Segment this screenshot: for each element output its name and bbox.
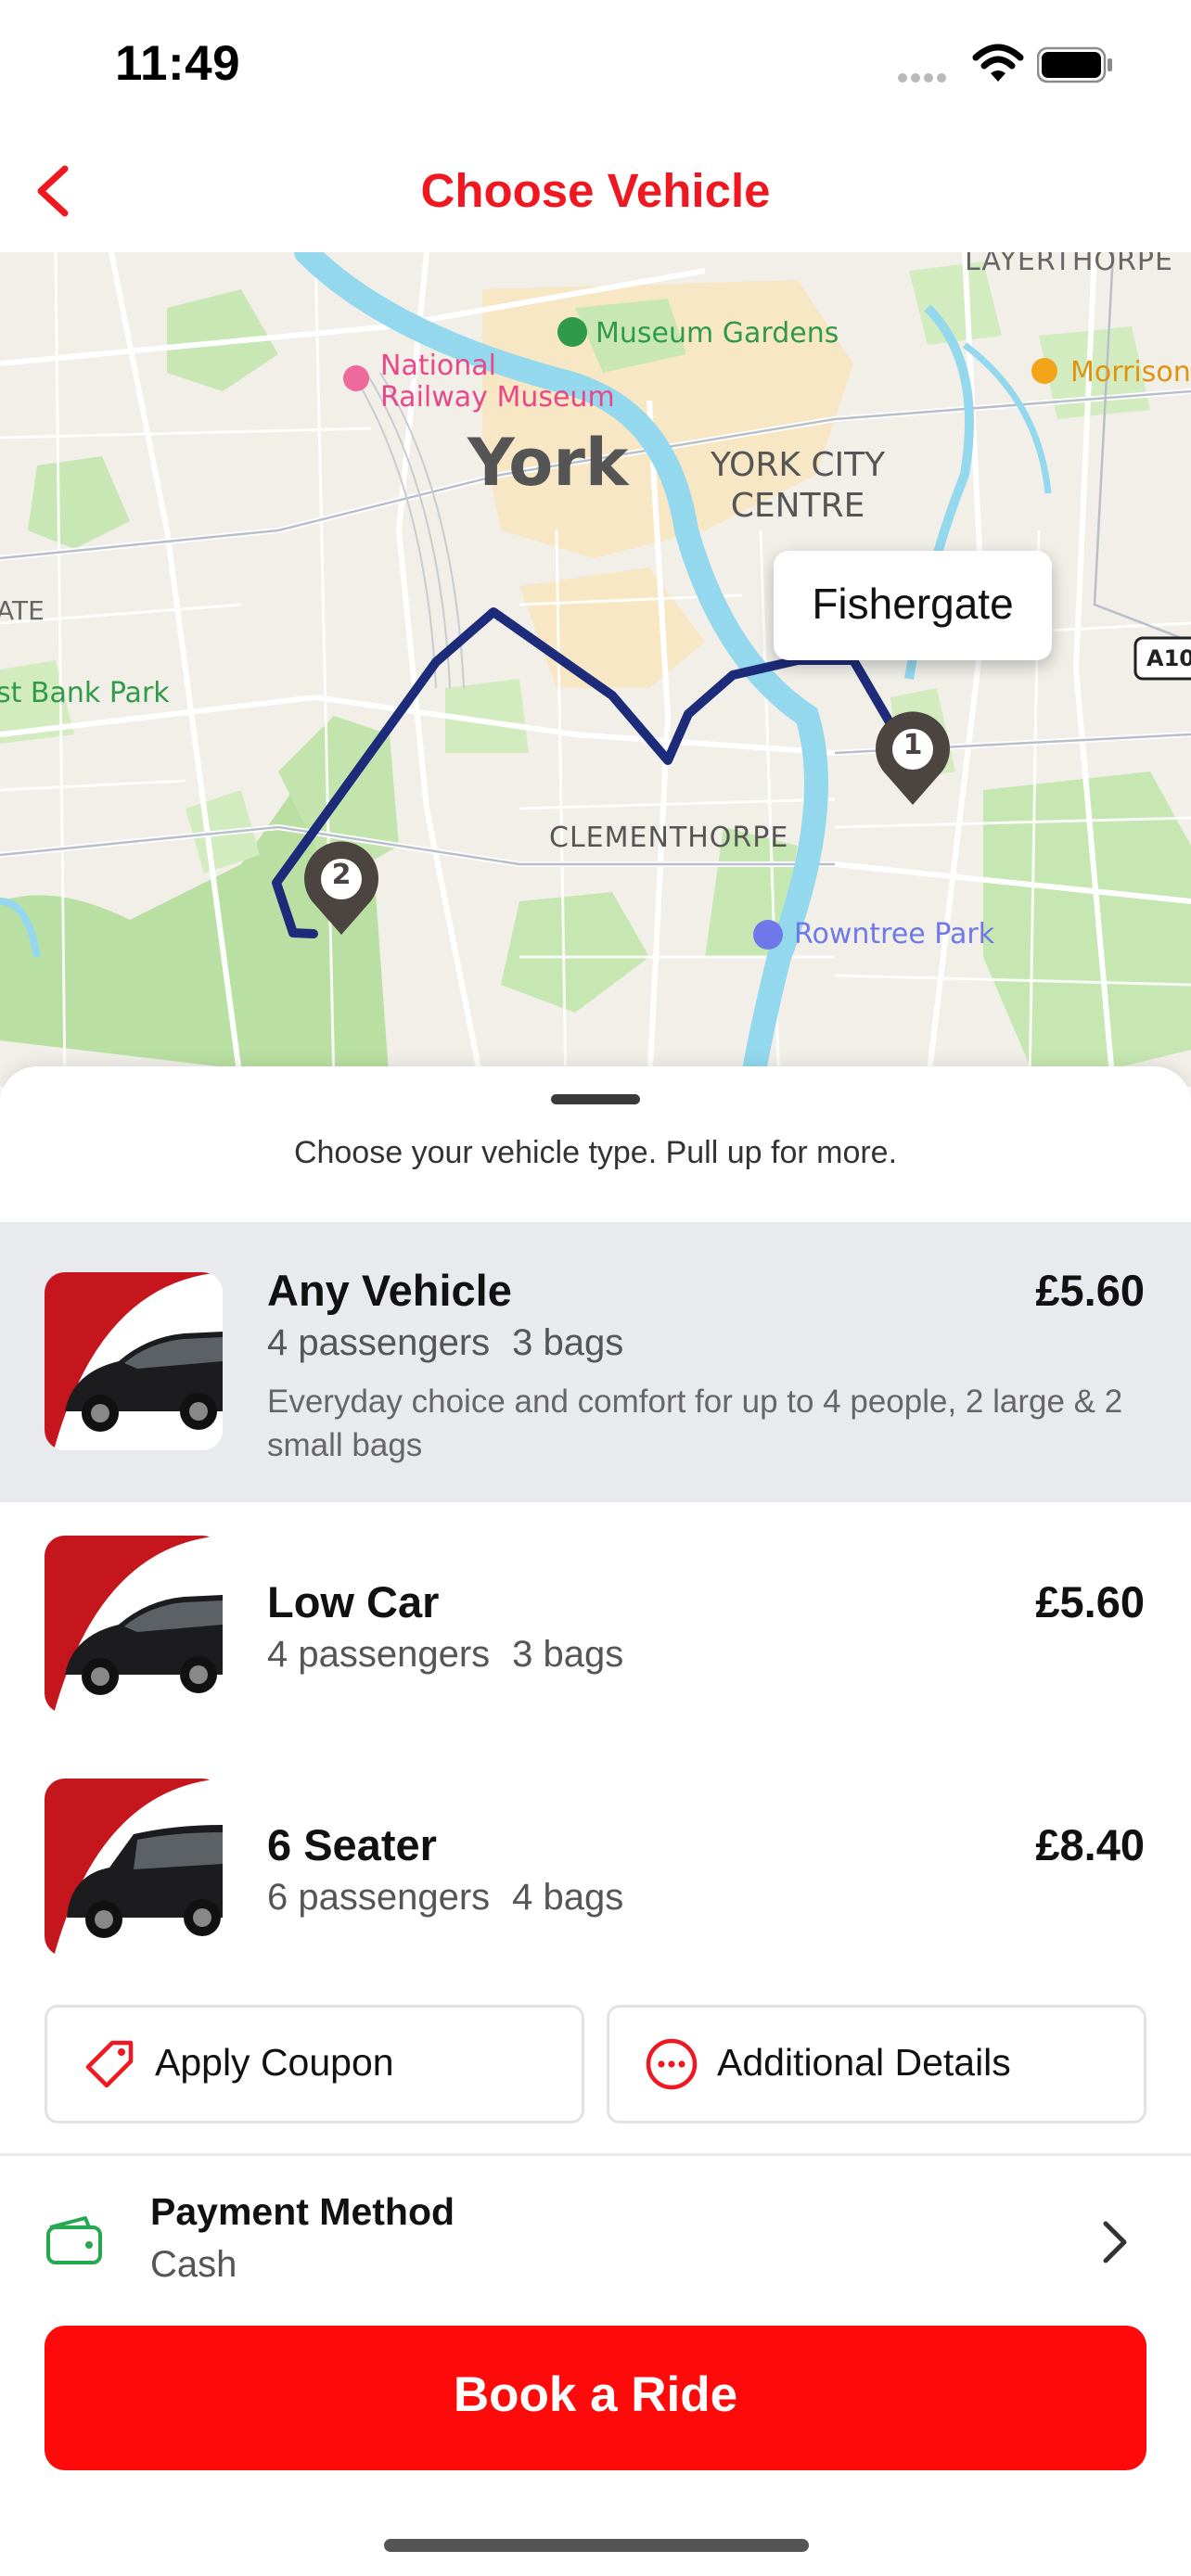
status-bar: 11:49 <box>0 0 1191 130</box>
map-label-bank-park: st Bank Park <box>0 677 170 709</box>
road-sign-label: A107 <box>1146 645 1191 671</box>
bag-count: 4 bags <box>512 1877 624 1918</box>
callout-label: Fishergate <box>812 580 1014 628</box>
vehicle-capacity: 4 passengers 3 bags <box>267 1322 646 1364</box>
book-ride-label: Book a Ride <box>453 2367 738 2422</box>
vehicle-price: £8.40 <box>1035 1820 1145 1869</box>
book-ride-button[interactable]: Book a Ride <box>45 2326 1146 2470</box>
route-marker-2-number: 2 <box>331 859 352 891</box>
page-title: Choose Vehicle <box>420 164 771 217</box>
passenger-count: 4 passengers <box>267 1634 491 1675</box>
vehicle-capacity: 6 passengers 4 bags <box>267 1877 646 1919</box>
passenger-count: 4 passengers <box>267 1322 491 1363</box>
vehicle-name: Any Vehicle <box>267 1266 512 1315</box>
map-label-clementhorpe: CLEMENTHORPE <box>549 822 789 854</box>
payment-method-value: Cash <box>150 2244 237 2285</box>
destination-callout[interactable]: Fishergate <box>774 551 1052 660</box>
vehicle-description: Everyday choice and comfort for up to 4 … <box>267 1384 1123 1463</box>
additional-details-button[interactable]: Additional Details <box>607 2005 1146 2123</box>
more-dots-icon <box>646 2038 698 2090</box>
map-label-city-centre: YORK CITY CENTRE <box>711 446 886 525</box>
map-label-york: York <box>467 425 629 501</box>
tag-icon <box>85 2040 134 2088</box>
map-label-museum-gardens: Museum Gardens <box>596 317 839 350</box>
vehicle-option-any-vehicle[interactable]: Any Vehicle £5.60 4 passengers 3 bags Eve… <box>0 1222 1191 1502</box>
map-label-ate: ATE <box>0 595 45 626</box>
vehicle-option-low-car[interactable]: Low Car £5.60 4 passengers 3 bags <box>0 1502 1191 1745</box>
status-time: 11:49 <box>115 36 241 91</box>
vehicle-capacity: 4 passengers 3 bags <box>267 1634 646 1676</box>
section-divider <box>0 2153 1191 2156</box>
additional-details-label: Additional Details <box>717 2041 1011 2084</box>
map-label-morrisons: Morrison <box>1070 356 1191 389</box>
vehicle-name: Low Car <box>267 1577 440 1626</box>
wallet-icon <box>46 2216 102 2264</box>
map-label-rowntree-park: Rowntree Park <box>794 918 995 950</box>
vehicle-price: £5.60 <box>1035 1266 1145 1315</box>
vehicle-option-6-seater[interactable]: 6 Seater £8.40 6 passengers 4 bags <box>0 1745 1191 1988</box>
wifi-icon <box>972 44 1024 82</box>
battery-icon <box>1037 46 1112 83</box>
bag-count: 3 bags <box>512 1322 624 1363</box>
vehicle-price: £5.60 <box>1035 1577 1145 1626</box>
apply-coupon-label: Apply Coupon <box>155 2041 394 2084</box>
chevron-right-icon[interactable] <box>1098 2218 1132 2266</box>
car-minivan-icon <box>45 1779 223 1957</box>
map-label-laverthorpe: LAYERTHORPE <box>965 252 1173 277</box>
apply-coupon-button[interactable]: Apply Coupon <box>45 2005 584 2123</box>
sheet-grabber[interactable] <box>551 1094 640 1104</box>
route-marker-1-number: 1 <box>903 729 923 761</box>
sheet-hint: Choose your vehicle type. Pull up for mo… <box>293 1135 898 1170</box>
map-label-railway-museum: National Railway Museum <box>380 350 615 414</box>
route-map[interactable]: York YORK CITY CENTRE Museum Gardens Nat… <box>0 252 1191 1087</box>
navigation-bar: Choose Vehicle <box>0 130 1191 252</box>
payment-method-title: Payment Method <box>150 2190 455 2233</box>
signal-icon <box>898 70 950 87</box>
bag-count: 3 bags <box>512 1634 624 1675</box>
passenger-count: 6 passengers <box>267 1877 491 1918</box>
home-indicator[interactable] <box>384 2539 809 2552</box>
car-sedan-icon <box>45 1536 223 1714</box>
vehicle-name: 6 Seater <box>267 1820 437 1869</box>
car-sedan-icon <box>45 1272 223 1450</box>
